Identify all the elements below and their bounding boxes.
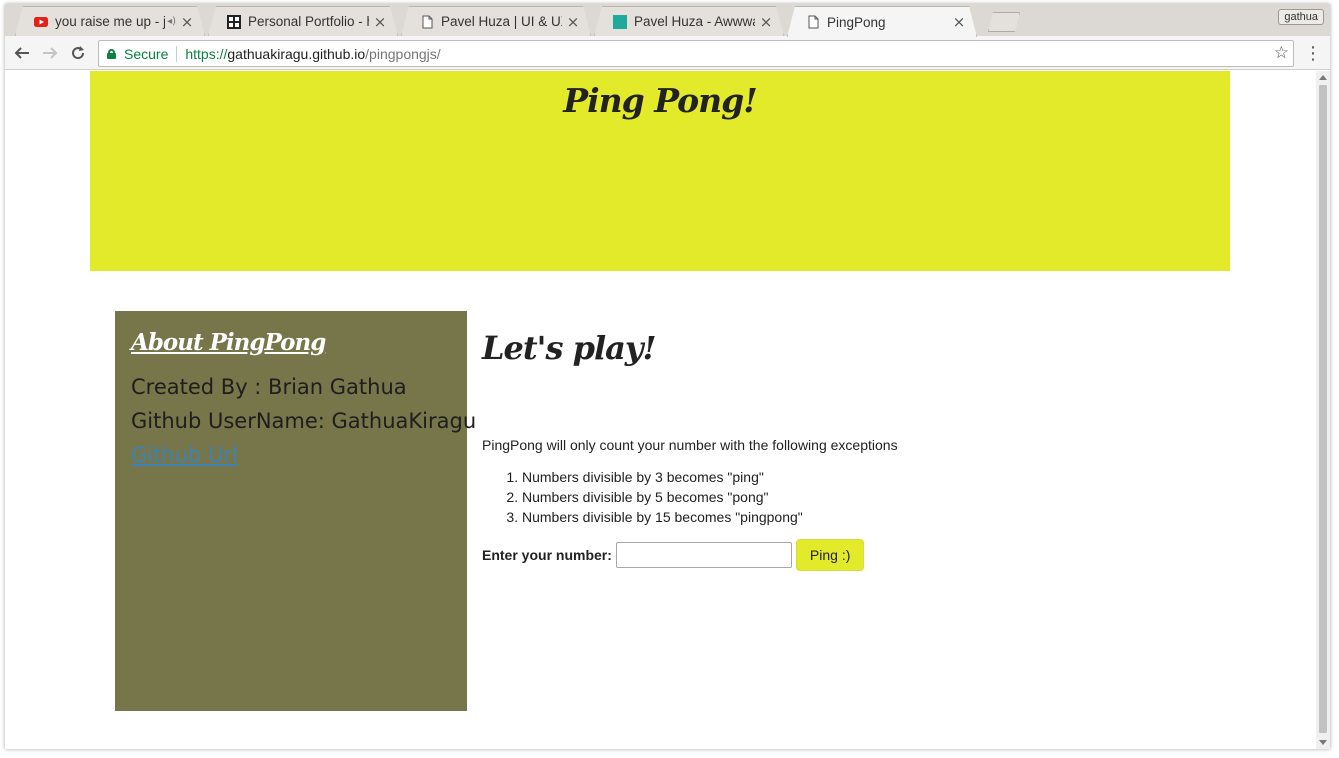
browser-window: you raise me up - jo ◂) × Personal Portf…	[5, 4, 1330, 749]
scroll-up-icon[interactable]	[1319, 75, 1327, 80]
browser-toolbar: Secure https://gathuakiragu.github.io/pi…	[5, 36, 1330, 70]
tab-title: PingPong	[827, 14, 886, 30]
tab-title: Personal Portfolio - h	[248, 14, 369, 29]
github-username-text: Github UserName: GathuaKiragu	[131, 409, 477, 433]
document-icon	[420, 15, 434, 29]
close-icon[interactable]: ×	[180, 13, 194, 31]
tab-pingpong[interactable]: PingPong ×	[787, 6, 977, 37]
divider	[176, 45, 178, 62]
about-panel: About PingPong Created By : Brian Gathua…	[115, 311, 477, 711]
tab-pavel-huza-awwwards[interactable]: Pavel Huza - Awwwar ×	[594, 6, 784, 36]
portfolio-grid-icon	[227, 15, 241, 29]
url-text[interactable]: https://gathuakiragu.github.io/pingpongj…	[185, 46, 440, 62]
close-icon[interactable]: ×	[952, 13, 966, 31]
new-tab-button[interactable]	[988, 12, 1020, 32]
forward-arrow-icon[interactable]	[40, 43, 60, 63]
address-bar[interactable]: Secure https://gathuakiragu.github.io/pi…	[98, 40, 1294, 67]
teal-square-icon	[613, 15, 627, 29]
close-icon[interactable]: ×	[566, 13, 580, 31]
tab-pavel-huza-ux[interactable]: Pavel Huza | UI & UX ×	[401, 6, 591, 36]
intro-text: PingPong will only count your number wit…	[482, 437, 898, 453]
back-arrow-icon[interactable]	[12, 43, 32, 63]
lock-icon	[107, 48, 116, 59]
reload-icon[interactable]	[68, 43, 88, 63]
vertical-scrollbar[interactable]	[1316, 71, 1330, 749]
close-icon[interactable]: ×	[373, 13, 387, 31]
page-viewport: Ping Pong! About PingPong Created By : B…	[5, 71, 1316, 749]
tab-strip: you raise me up - jo ◂) × Personal Portf…	[5, 4, 1330, 36]
rules-list: Numbers divisible by 3 becomes "ping" Nu…	[482, 467, 1182, 527]
rule-item: Numbers divisible by 5 becomes "pong"	[522, 487, 1182, 507]
bookmark-star-icon[interactable]: ☆	[1274, 43, 1289, 63]
number-form: Enter your number: Ping :)	[482, 539, 1182, 571]
tab-title: Pavel Huza - Awwwar	[634, 14, 755, 29]
secure-label: Secure	[124, 45, 169, 62]
created-by-text: Created By : Brian Gathua	[131, 375, 407, 399]
close-icon[interactable]: ×	[759, 13, 773, 31]
document-icon	[806, 15, 820, 29]
rule-item: Numbers divisible by 3 becomes "ping"	[522, 467, 1182, 487]
url-host: gathuakiragu.github.io	[227, 45, 366, 62]
hero-banner: Ping Pong!	[90, 71, 1230, 271]
github-url-link[interactable]: Github Url	[131, 438, 451, 472]
scroll-thumb[interactable]	[1319, 85, 1327, 733]
main-content: Let's play! PingPong will only count you…	[482, 329, 1182, 571]
ping-button[interactable]: Ping :)	[795, 539, 865, 571]
about-title: About PingPong	[131, 329, 326, 356]
url-scheme: https://	[185, 45, 228, 62]
youtube-icon	[34, 15, 48, 29]
tab-personal-portfolio[interactable]: Personal Portfolio - h ×	[208, 6, 398, 36]
number-input[interactable]	[615, 542, 792, 568]
tab-title: you raise me up - jo	[55, 14, 166, 29]
rule-item: Numbers divisible by 15 becomes "pingpon…	[522, 507, 1182, 527]
profile-button[interactable]: gathua	[1278, 9, 1324, 25]
section-title: Let's play!	[482, 329, 657, 367]
tab-title: Pavel Huza | UI & UX	[441, 14, 562, 29]
secure-indicator[interactable]: Secure	[107, 46, 168, 62]
menu-dots-icon[interactable]: ⋮	[1304, 43, 1322, 64]
url-path: /pingpongjs/	[365, 45, 441, 62]
scroll-down-icon[interactable]	[1319, 740, 1327, 745]
speaker-icon[interactable]: ◂)	[167, 16, 176, 27]
tab-youtube[interactable]: you raise me up - jo ◂) ×	[15, 6, 205, 36]
page-title: Ping Pong!	[563, 81, 757, 120]
number-label: Enter your number:	[482, 547, 612, 563]
